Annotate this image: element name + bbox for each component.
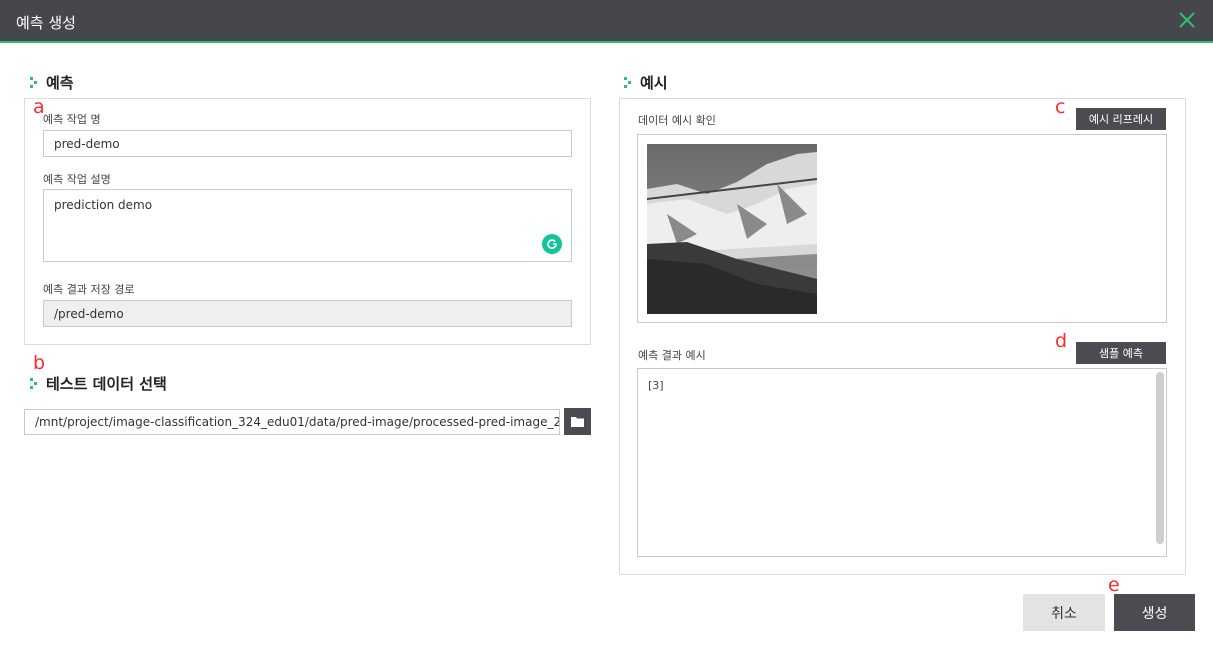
test-data-section-title: 테스트 데이터 선택	[30, 373, 167, 394]
job-name-label: 예측 작업 명	[43, 113, 101, 126]
result-path-label: 예측 결과 저장 경로	[43, 283, 135, 296]
result-path-input: /pred-demo	[43, 300, 572, 327]
example-section-title: 예시	[624, 72, 668, 93]
prediction-section-title: 예측	[30, 72, 74, 93]
section-dots-icon	[30, 377, 40, 391]
test-data-path-input[interactable]: /mnt/project/image-classification_324_ed…	[24, 409, 560, 435]
data-example-label: 데이터 예시 확인	[638, 114, 716, 127]
section-dots-icon	[624, 76, 634, 90]
grammarly-icon[interactable]	[542, 234, 562, 254]
annotation-e: e	[1108, 574, 1120, 596]
job-desc-textarea[interactable]: prediction demo	[43, 189, 572, 262]
sample-predict-button[interactable]: 샘플 예측	[1076, 342, 1166, 364]
close-icon[interactable]	[1177, 10, 1197, 30]
refresh-example-button[interactable]: 예시 리프레시	[1076, 108, 1166, 130]
folder-icon	[571, 417, 584, 427]
dialog-title: 예측 생성	[16, 14, 76, 32]
section-dots-icon	[30, 76, 40, 90]
result-example-label: 예측 결과 예시	[638, 349, 706, 362]
job-name-input[interactable]: pred-demo	[43, 130, 572, 157]
data-example-box	[637, 134, 1167, 323]
dialog-header: 예측 생성	[0, 0, 1213, 43]
example-image	[647, 144, 817, 314]
result-scrollbar[interactable]	[1156, 372, 1164, 544]
annotation-d: d	[1055, 330, 1068, 352]
create-button[interactable]: 생성	[1114, 594, 1195, 631]
cancel-button[interactable]: 취소	[1023, 594, 1105, 631]
result-example-box: [3]	[637, 368, 1167, 557]
job-desc-label: 예측 작업 설명	[43, 173, 111, 186]
annotation-c: c	[1055, 96, 1066, 118]
annotation-b: b	[33, 352, 46, 374]
result-example-text: [3]	[648, 379, 664, 392]
folder-button[interactable]	[564, 408, 591, 435]
